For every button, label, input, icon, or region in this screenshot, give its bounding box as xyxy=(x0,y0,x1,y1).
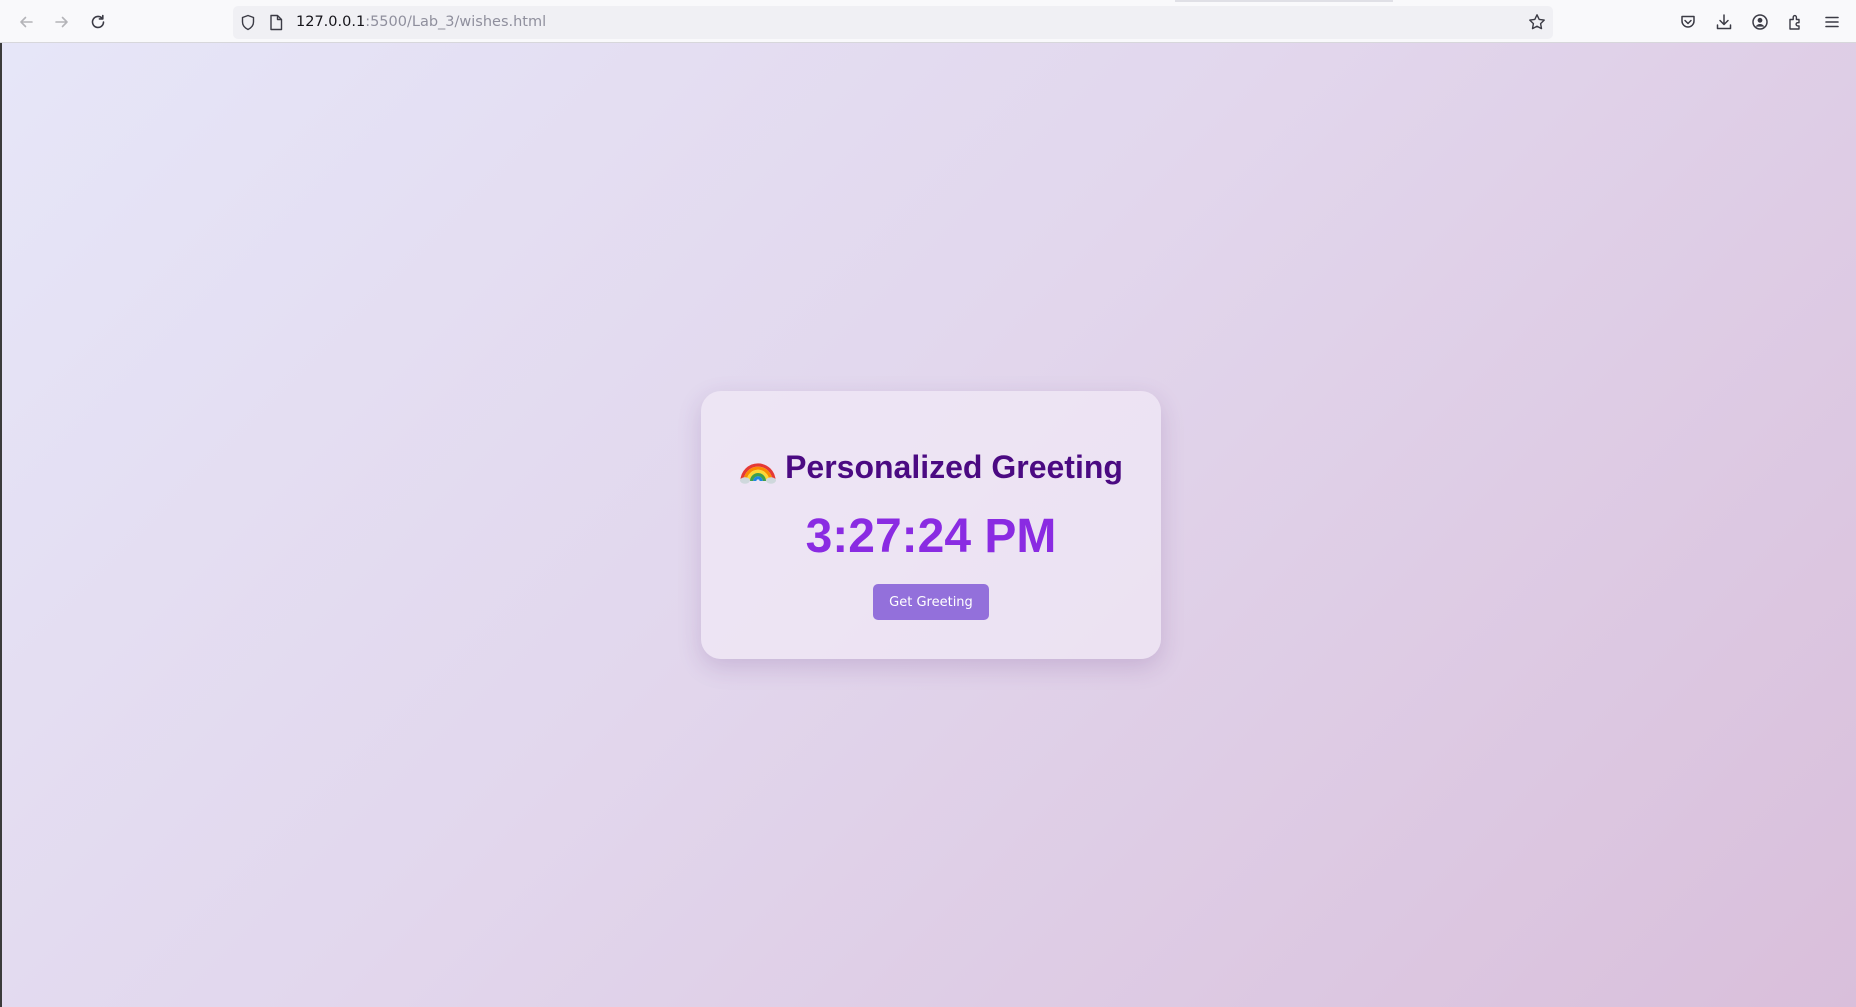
url-text[interactable]: 127.0.0.1:5500/Lab_3/wishes.html xyxy=(296,13,546,31)
reload-icon xyxy=(89,13,107,31)
account-button[interactable] xyxy=(1745,7,1775,37)
browser-toolbar: 127.0.0.1:5500/Lab_3/wishes.html xyxy=(0,0,1856,43)
page-heading: Personalized Greeting xyxy=(701,449,1161,486)
shield-icon[interactable] xyxy=(240,14,256,35)
star-icon[interactable] xyxy=(1528,13,1546,35)
extensions-button[interactable] xyxy=(1781,7,1811,37)
address-bar[interactable]: 127.0.0.1:5500/Lab_3/wishes.html xyxy=(233,6,1553,39)
account-icon xyxy=(1751,13,1769,31)
url-path: :5500/Lab_3/wishes.html xyxy=(365,14,547,30)
pocket-button[interactable] xyxy=(1673,7,1703,37)
page-title: Personalized Greeting xyxy=(785,449,1123,485)
forward-button[interactable] xyxy=(47,7,77,37)
get-greeting-button[interactable]: Get Greeting xyxy=(873,584,989,620)
back-button[interactable] xyxy=(11,7,41,37)
menu-button[interactable] xyxy=(1817,7,1847,37)
url-host: 127.0.0.1 xyxy=(296,14,366,30)
hamburger-menu-icon xyxy=(1823,13,1841,31)
extensions-icon xyxy=(1787,13,1805,31)
rainbow-icon xyxy=(739,451,777,485)
download-icon xyxy=(1715,13,1733,31)
downloads-button[interactable] xyxy=(1709,7,1739,37)
greeting-card: Personalized Greeting 3:27:24 PM Get Gre… xyxy=(701,391,1161,659)
reload-button[interactable] xyxy=(83,7,113,37)
page-icon xyxy=(269,14,283,35)
clock-display: 3:27:24 PM xyxy=(805,510,1057,563)
page-viewport: Personalized Greeting 3:27:24 PM Get Gre… xyxy=(0,43,1856,1007)
pocket-icon xyxy=(1679,13,1697,31)
forward-arrow-icon xyxy=(53,13,71,31)
tab-strip-indicator xyxy=(1175,0,1393,2)
back-arrow-icon xyxy=(17,13,35,31)
